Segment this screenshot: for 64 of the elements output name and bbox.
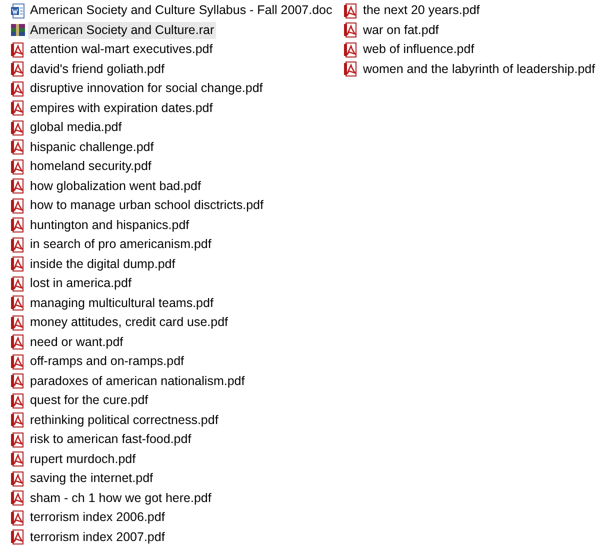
file-name[interactable]: inside the digital dump.pdf [28, 256, 178, 273]
file-name[interactable]: war on fat.pdf [361, 22, 441, 39]
pdf-file-icon [343, 61, 359, 78]
pdf-file-icon [10, 178, 26, 194]
pdf-file-icon [10, 314, 26, 331]
file-name[interactable]: terrorism index 2007.pdf [28, 528, 167, 546]
file-name[interactable]: terrorism index 2006.pdf [28, 509, 167, 526]
file-name[interactable]: lost in america.pdf [28, 275, 134, 292]
pdf-file-icon [10, 217, 26, 234]
pdf-file-icon [10, 139, 26, 156]
pdf-file-icon [10, 392, 26, 409]
pdf-file-icon [10, 276, 26, 292]
file-name[interactable]: off-ramps and on-ramps.pdf [28, 353, 186, 370]
word-document-icon [10, 2, 26, 19]
pdf-file-icon [343, 22, 359, 38]
pdf-file-icon [10, 256, 26, 272]
file-name[interactable]: rupert murdoch.pdf [28, 450, 138, 468]
pdf-file-icon [10, 354, 26, 370]
file-name[interactable]: web of influence.pdf [361, 41, 476, 58]
pdf-file-icon [10, 412, 26, 428]
pdf-file-icon [10, 334, 26, 350]
pdf-file-icon [343, 42, 359, 58]
file-name[interactable]: attention wal-mart executives.pdf [28, 41, 215, 58]
file-name[interactable]: huntington and hispanics.pdf [28, 216, 192, 234]
file-name[interactable]: how to manage urban school disctricts.pdf [28, 197, 266, 214]
file-name[interactable]: American Society and Culture.rar [28, 22, 216, 39]
pdf-file-icon [10, 451, 26, 468]
pdf-file-icon [10, 470, 26, 487]
file-name[interactable]: empires with expiration dates.pdf [28, 100, 215, 117]
pdf-file-icon [10, 510, 26, 526]
pdf-file-icon [10, 432, 26, 448]
file-name[interactable]: American Society and Culture Syllabus - Fall 2007.doc [28, 2, 334, 20]
file-name[interactable]: hispanic challenge.pdf [28, 138, 156, 156]
pdf-file-icon [10, 61, 26, 78]
pdf-file-icon [10, 100, 26, 116]
pdf-file-icon [10, 198, 26, 214]
file-name[interactable]: saving the internet.pdf [28, 470, 155, 488]
file-name[interactable]: how globalization went bad.pdf [28, 178, 203, 195]
pdf-file-icon [10, 80, 26, 97]
file-name[interactable]: quest for the cure.pdf [28, 392, 150, 410]
pdf-file-icon [10, 236, 26, 253]
pdf-file-icon [10, 373, 26, 390]
file-name[interactable]: money attitudes, credit card use.pdf [28, 314, 230, 332]
file-name[interactable]: need or want.pdf [28, 334, 126, 351]
pdf-file-icon [10, 529, 26, 546]
file-name[interactable]: global media.pdf [28, 119, 124, 136]
file-name[interactable]: managing multicultural teams.pdf [28, 294, 216, 312]
pdf-file-icon [10, 490, 26, 506]
pdf-file-icon [10, 295, 26, 312]
pdf-file-icon [10, 120, 26, 136]
file-name[interactable]: david's friend goliath.pdf [28, 60, 166, 78]
file-name[interactable]: the next 20 years.pdf [361, 2, 482, 20]
pdf-file-icon [10, 158, 26, 175]
file-name[interactable]: disruptive innovation for social change.pdf [28, 80, 265, 98]
archive-books-icon [10, 22, 26, 38]
file-name[interactable]: women and the labyrinth of leadership.pdf [361, 60, 598, 78]
pdf-file-icon [343, 2, 359, 19]
pdf-file-icon [10, 42, 26, 58]
file-name[interactable]: risk to american fast-food.pdf [28, 431, 194, 448]
file-name[interactable]: paradoxes of american nationalism.pdf [28, 372, 247, 390]
file-name[interactable]: rethinking political correctness.pdf [28, 412, 220, 429]
file-name[interactable]: homeland security.pdf [28, 158, 154, 176]
file-name[interactable]: sham - ch 1 how we got here.pdf [28, 490, 214, 507]
file-name[interactable]: in search of pro americanism.pdf [28, 236, 214, 254]
